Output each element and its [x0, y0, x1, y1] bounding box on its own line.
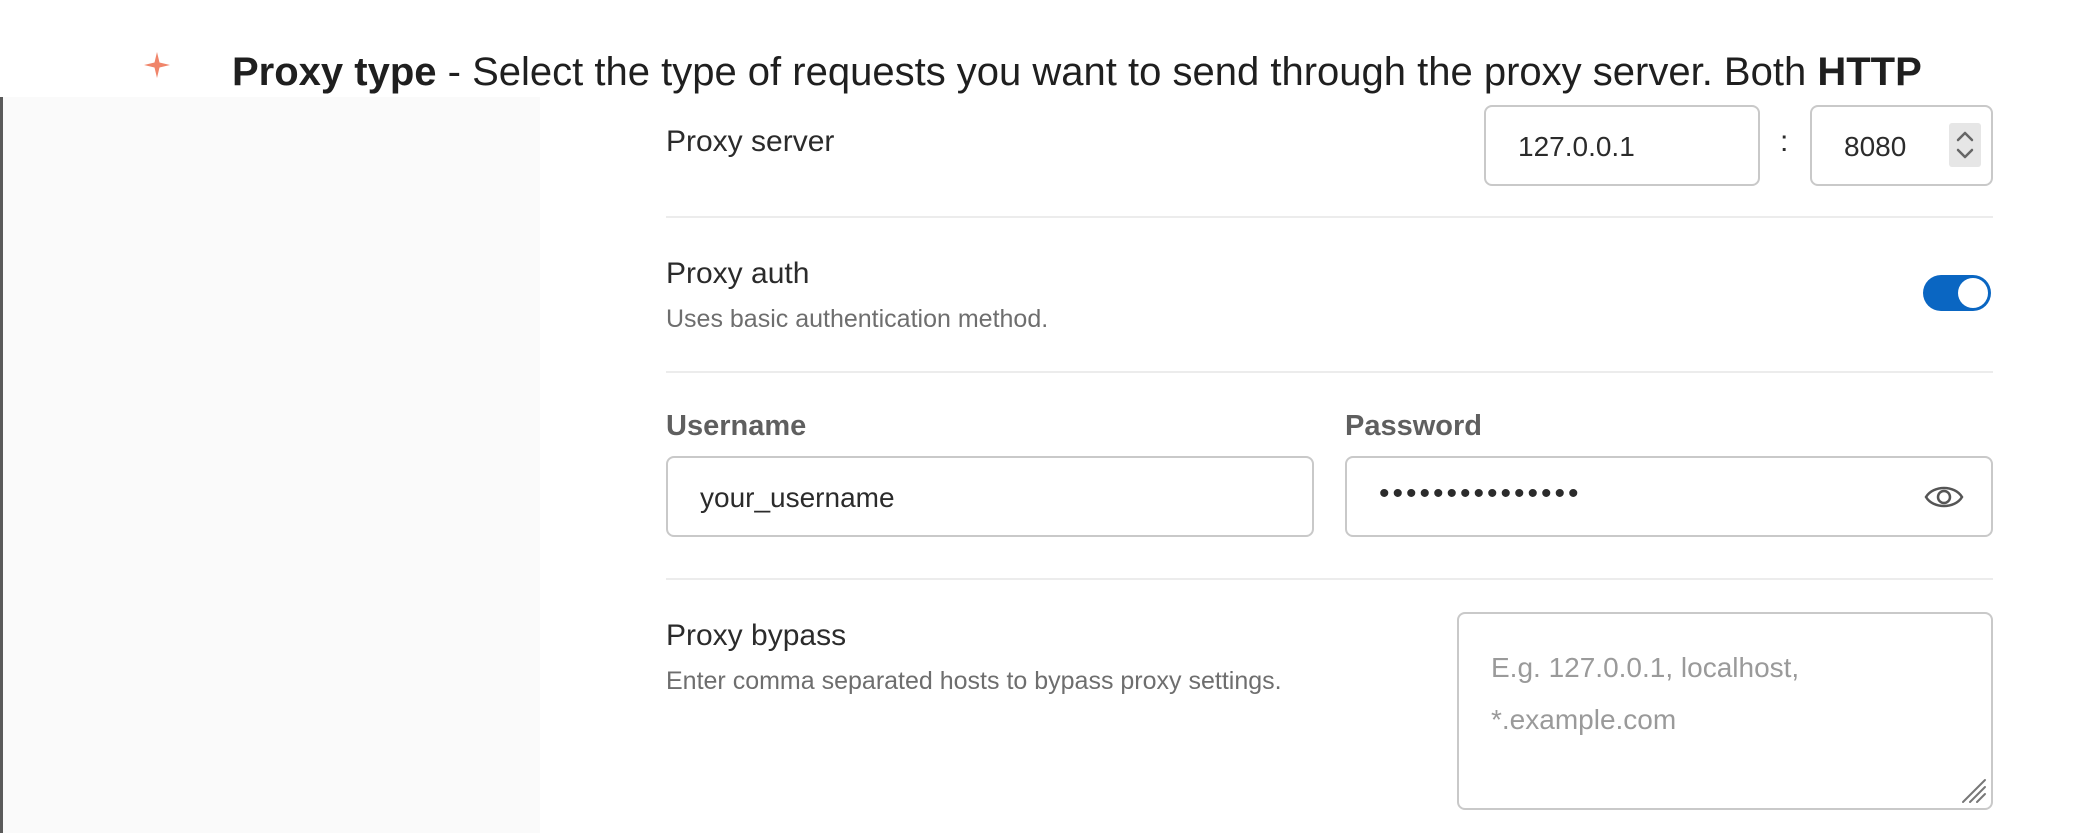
settings-window: Proxy server 127.0.0.1 : 8080 Proxy auth… [0, 97, 2087, 833]
doc-term: Proxy type [232, 50, 437, 94]
proxy-bypass-textarea[interactable]: E.g. 127.0.0.1, localhost, *.example.com [1457, 612, 1993, 810]
doc-line: Proxy type - Select the type of requests… [0, 0, 2087, 97]
sidebar [3, 97, 540, 833]
proxy-host-input[interactable]: 127.0.0.1 [1484, 105, 1760, 186]
port-stepper[interactable] [1949, 123, 1981, 167]
proxy-port-value: 8080 [1844, 131, 1907, 162]
doc-text: Proxy type - Select the type of requests… [232, 46, 1922, 98]
password-value: ••••••••••••••• [1379, 477, 1582, 510]
username-value: your_username [700, 482, 895, 513]
username-label: Username [666, 410, 807, 442]
proxy-bypass-placeholder: E.g. 127.0.0.1, localhost, *.example.com [1491, 652, 1800, 735]
proxy-auth-toggle[interactable] [1923, 275, 1991, 311]
host-port-separator: : [1780, 125, 1789, 158]
proxy-bypass-label: Proxy bypass [666, 619, 847, 652]
proxy-host-value: 127.0.0.1 [1518, 131, 1635, 162]
sparkle-icon [144, 52, 170, 78]
proxy-server-label: Proxy server [666, 125, 835, 158]
doc-emphasis: HTTP [1817, 50, 1922, 94]
divider [666, 216, 1993, 218]
password-label: Password [1345, 410, 1482, 442]
proxy-auth-description: Uses basic authentication method. [666, 305, 1049, 333]
username-input[interactable]: your_username [666, 456, 1314, 537]
chevron-up-down-icon [1956, 131, 1974, 159]
divider [666, 578, 1993, 580]
proxy-settings-panel: Proxy server 127.0.0.1 : 8080 Proxy auth… [666, 97, 1993, 833]
divider [666, 371, 1993, 373]
proxy-bypass-description: Enter comma separated hosts to bypass pr… [666, 667, 1282, 695]
proxy-port-input[interactable]: 8080 [1810, 105, 1993, 186]
proxy-auth-label: Proxy auth [666, 257, 810, 290]
resize-grip-icon[interactable] [1957, 774, 1987, 804]
toggle-knob [1958, 278, 1988, 308]
doc-description: - Select the type of requests you want t… [436, 50, 1818, 94]
password-input[interactable]: ••••••••••••••• [1345, 456, 1993, 537]
eye-icon[interactable] [1923, 480, 1965, 514]
